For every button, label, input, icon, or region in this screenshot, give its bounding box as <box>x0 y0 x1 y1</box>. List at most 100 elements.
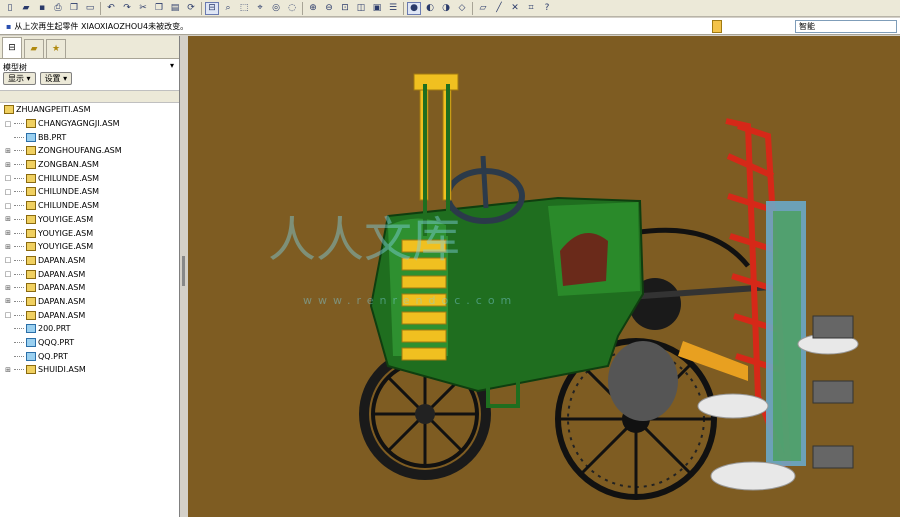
tree-item[interactable]: □ DAPAN.ASM <box>0 308 179 322</box>
assembly-icon <box>4 105 14 115</box>
zoom-in-icon[interactable]: ⊕ <box>306 2 320 15</box>
find-icon[interactable]: ⌕ <box>221 2 235 15</box>
tree-item[interactable]: □ DAPAN.ASM <box>0 254 179 268</box>
expand-icon[interactable]: □ <box>4 188 12 196</box>
datum-axis-icon[interactable]: ╱ <box>492 2 506 15</box>
expand-icon[interactable]: ⊞ <box>4 147 12 155</box>
assembly-icon <box>26 201 36 211</box>
refit-icon[interactable]: ⊡ <box>338 2 352 15</box>
expand-icon[interactable]: □ <box>4 256 12 264</box>
assembly-icon <box>26 242 36 252</box>
tree-item[interactable]: ⊞ YOUYIGE.ASM <box>0 240 179 254</box>
window-icon[interactable]: ▭ <box>83 2 97 15</box>
toolbar-separator <box>302 1 303 15</box>
model-tree-icon[interactable]: ⊟ <box>205 1 219 15</box>
save-icon[interactable]: ▪ <box>35 2 49 15</box>
tree-item[interactable]: □ CHILUNDE.ASM <box>0 185 179 199</box>
coord-sys-icon[interactable]: ⌗ <box>524 2 538 15</box>
open-icon[interactable]: ▰ <box>19 2 33 15</box>
assembly-icon <box>26 310 36 320</box>
tree-item[interactable]: BB.PRT <box>0 130 179 144</box>
graphics-viewport[interactable]: 人人文库 www.renrendoc.com <box>188 36 900 517</box>
tree-item[interactable]: ⊞ YOUYIGE.ASM <box>0 226 179 240</box>
tree-item[interactable]: □ DAPAN.ASM <box>0 267 179 281</box>
part-icon <box>26 324 36 334</box>
new-icon[interactable]: ▯ <box>3 2 17 15</box>
expand-icon[interactable]: ⊞ <box>4 161 12 169</box>
toolbar-separator <box>403 1 404 15</box>
no-hidden-icon[interactable]: ◑ <box>439 2 453 15</box>
tab-favorites[interactable]: ★ <box>46 39 66 58</box>
expand-icon[interactable]: ⊞ <box>4 284 12 292</box>
tree-item[interactable]: QQ.PRT <box>0 349 179 363</box>
zoom-out-icon[interactable]: ⊖ <box>322 2 336 15</box>
tree-item-label: QQQ.PRT <box>38 338 75 348</box>
tree-item[interactable]: ⊞ DAPAN.ASM <box>0 281 179 295</box>
panel-splitter[interactable] <box>180 36 188 517</box>
layers-icon[interactable]: ☰ <box>386 2 400 15</box>
expand-icon[interactable]: □ <box>4 311 12 319</box>
datum-plane-icon[interactable]: ▱ <box>476 2 490 15</box>
expand-icon[interactable]: ⊞ <box>4 366 12 374</box>
tree-item[interactable]: □ CHILUNDE.ASM <box>0 171 179 185</box>
assembly-icon <box>26 214 36 224</box>
tab-folder-browser[interactable]: ▰ <box>24 39 44 58</box>
repaint-icon[interactable]: ◌ <box>285 2 299 15</box>
expand-icon[interactable]: ⊞ <box>4 243 12 251</box>
undo-icon[interactable]: ↶ <box>104 2 118 15</box>
settings-button[interactable]: 设置 ▾ <box>39 72 73 85</box>
expand-icon[interactable]: ⊞ <box>4 297 12 305</box>
expand-icon[interactable]: ⊞ <box>4 215 12 223</box>
part-icon <box>26 351 36 361</box>
assembly-icon <box>26 160 36 170</box>
tree-item[interactable]: ⊞ ZONGBAN.ASM <box>0 158 179 172</box>
help-icon[interactable]: ? <box>540 2 554 15</box>
regen-icon[interactable]: ⟳ <box>184 2 198 15</box>
selection-filter-dropdown[interactable]: 智能 <box>795 20 897 33</box>
tree-item[interactable]: ⊞ ZONGHOUFANG.ASM <box>0 144 179 158</box>
tree-connector <box>14 205 24 207</box>
shade-icon[interactable]: ● <box>407 1 421 15</box>
datum-point-icon[interactable]: ✕ <box>508 2 522 15</box>
tree-item[interactable]: □ CHILUNDE.ASM <box>0 199 179 213</box>
expand-icon[interactable]: ⊞ <box>4 229 12 237</box>
measure-icon[interactable]: ⌖ <box>253 2 267 15</box>
hidden-line-icon[interactable]: ◐ <box>423 2 437 15</box>
expand-icon[interactable]: □ <box>4 120 12 128</box>
resize-handle-icon[interactable] <box>712 20 722 33</box>
select-icon[interactable]: ⬚ <box>237 2 251 15</box>
print-icon[interactable]: ⎙ <box>51 2 65 15</box>
status-message: 从上次再生起零件 XIAOXIAOZHOU4未被改变。 <box>6 21 188 32</box>
tree-item-label: YOUYIGE.ASM <box>38 214 94 224</box>
tree-item[interactable]: □ CHANGYAGNGJI.ASM <box>0 117 179 131</box>
tree-item-label: DAPAN.ASM <box>38 269 86 279</box>
tree-connector <box>14 123 24 125</box>
tree-item[interactable]: ⊞ YOUYIGE.ASM <box>0 213 179 227</box>
cut-icon[interactable]: ✂ <box>136 2 150 15</box>
tree-item[interactable]: ZHUANGPEITI.ASM <box>0 103 179 117</box>
tree-connector <box>14 232 24 234</box>
expand-icon[interactable]: □ <box>4 270 12 278</box>
seedling-tray <box>766 201 806 466</box>
paste-icon[interactable]: ▤ <box>168 2 182 15</box>
view-icon[interactable]: ◎ <box>269 2 283 15</box>
tree-item-label: YOUYIGE.ASM <box>38 242 94 252</box>
wireframe-icon[interactable]: ◇ <box>455 2 469 15</box>
tree-item[interactable]: ⊞ SHUIDI.ASM <box>0 363 179 377</box>
expand-icon[interactable]: □ <box>4 174 12 182</box>
assembly-icon <box>26 296 36 306</box>
favorites-icon: ★ <box>51 44 61 54</box>
show-button[interactable]: 显示 ▾ <box>3 72 36 85</box>
expand-icon[interactable]: □ <box>4 202 12 210</box>
saved-views-icon[interactable]: ▣ <box>370 2 384 15</box>
copy-icon[interactable]: ❐ <box>152 2 166 15</box>
panel-menu-icon[interactable]: ▾ <box>170 61 174 70</box>
tab-model-tree[interactable]: ⊟ <box>2 37 22 58</box>
tree-item[interactable]: ⊞ DAPAN.ASM <box>0 295 179 309</box>
redo-icon[interactable]: ↷ <box>120 2 134 15</box>
copy-icon[interactable]: ❐ <box>67 2 81 15</box>
message-area: 从上次再生起零件 XIAOXIAOZHOU4未被改变。 智能 <box>0 18 900 35</box>
tree-item[interactable]: QQQ.PRT <box>0 336 179 350</box>
tree-item[interactable]: 200.PRT <box>0 322 179 336</box>
orient-icon[interactable]: ◫ <box>354 2 368 15</box>
